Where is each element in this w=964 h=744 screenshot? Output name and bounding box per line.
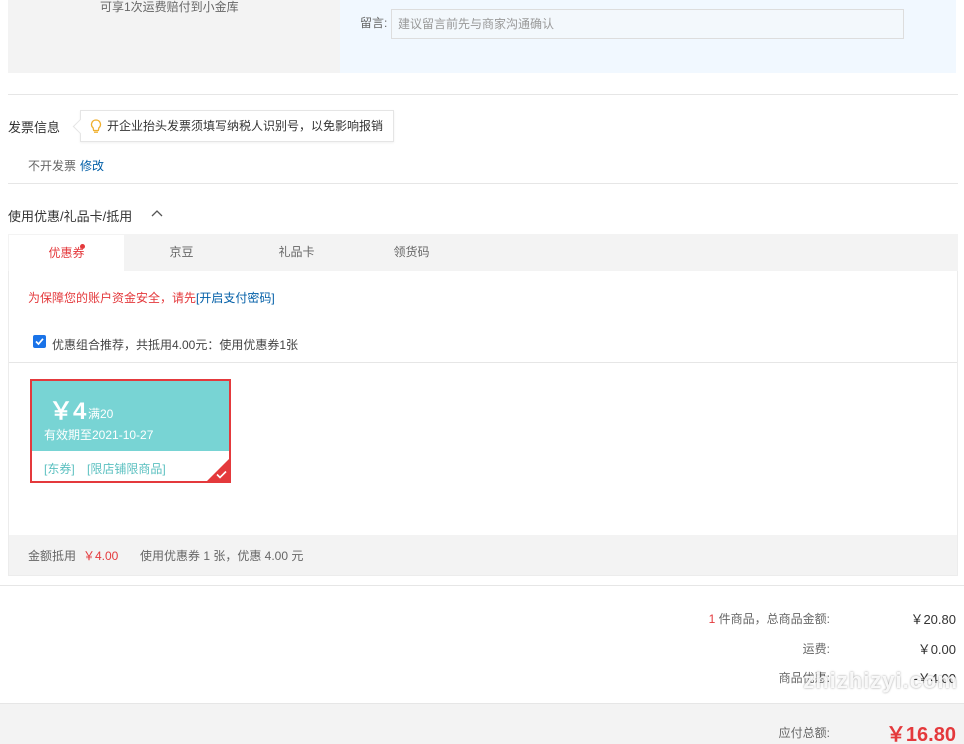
summary-description: 使用优惠券 1 张，优惠 4.00 元 bbox=[140, 549, 304, 563]
tab-redeem-code[interactable]: 领货码 bbox=[354, 234, 469, 271]
check-icon bbox=[216, 470, 227, 479]
tab-label: 礼品卡 bbox=[278, 245, 315, 259]
goods-total-text: 件商品，总商品金额: bbox=[718, 612, 830, 626]
payable-value: ￥16.80 bbox=[885, 724, 956, 744]
tab-gift-card[interactable]: 礼品卡 bbox=[239, 234, 354, 271]
tab-coupon[interactable]: 优惠券 bbox=[9, 234, 124, 271]
invoice-value: 不开发票 bbox=[28, 159, 77, 173]
tab-label: 优惠券 bbox=[48, 246, 85, 260]
chevron-up-icon[interactable] bbox=[151, 208, 163, 218]
notification-dot bbox=[80, 244, 85, 249]
coupon-amount: ￥4 bbox=[49, 398, 87, 425]
divider bbox=[8, 94, 958, 95]
discount-section-title[interactable]: 使用优惠/礼品卡/抵用 bbox=[8, 206, 132, 225]
summary-label: 金额抵用 bbox=[28, 549, 77, 563]
tab-jingdou[interactable]: 京豆 bbox=[124, 234, 239, 271]
goods-total-label: 1 件商品，总商品金额: bbox=[709, 610, 830, 627]
enable-pay-password-link[interactable]: [开启支付密码] bbox=[196, 291, 275, 305]
lightbulb-icon bbox=[90, 119, 102, 133]
tab-label: 领货码 bbox=[393, 245, 430, 259]
coupon-validity: 有效期至2021-10-27 bbox=[44, 428, 154, 442]
goods-total-value: ￥20.80 bbox=[910, 612, 956, 627]
divider bbox=[0, 585, 964, 586]
checkmark-icon bbox=[35, 338, 44, 346]
tab-label: 京豆 bbox=[169, 245, 194, 259]
summary-amount: ￥4.00 bbox=[83, 549, 119, 563]
invoice-title: 发票信息 bbox=[8, 120, 61, 135]
coupon-scope-tag: [限店铺限商品] bbox=[87, 462, 166, 476]
item-count: 1 bbox=[708, 612, 716, 626]
coupon-type-tag: [东券] bbox=[44, 462, 75, 476]
security-warning-text: 为保障您的账户资金安全，请先 bbox=[28, 291, 197, 305]
coupon-condition: 满20 bbox=[88, 407, 114, 421]
payable-label: 应付总额: bbox=[778, 726, 830, 740]
shipping-label: 运费: bbox=[802, 642, 830, 656]
remark-input[interactable]: 建议留言前先与商家沟通确认 bbox=[391, 9, 904, 39]
coupon-card[interactable]: ￥4 满20 有效期至2021-10-27 [东券] [限店铺限商品] bbox=[30, 379, 231, 483]
freight-compensation-text: 可享1次运费赔付到小金库 bbox=[100, 0, 239, 14]
combo-label[interactable]: 优惠组合推荐，共抵用4.00元：使用优惠券1张 bbox=[52, 336, 298, 353]
shipping-value: ￥0.00 bbox=[917, 642, 956, 657]
watermark: zhizhizyi.com bbox=[803, 668, 958, 693]
divider bbox=[9, 362, 957, 363]
invoice-tip-text: 开企业抬头发票须填写纳税人识别号，以免影响报销 bbox=[107, 119, 384, 133]
remark-label: 留言: bbox=[360, 16, 388, 30]
coupon-header: ￥4 满20 有效期至2021-10-27 bbox=[32, 381, 229, 451]
divider bbox=[8, 183, 958, 184]
combo-checkbox[interactable] bbox=[33, 335, 46, 348]
invoice-edit-link[interactable]: 修改 bbox=[80, 157, 104, 174]
invoice-tip: 开企业抬头发票须填写纳税人识别号，以免影响报销 bbox=[80, 110, 395, 142]
security-warning: 为保障您的账户资金安全，请先[开启支付密码] bbox=[28, 289, 275, 306]
